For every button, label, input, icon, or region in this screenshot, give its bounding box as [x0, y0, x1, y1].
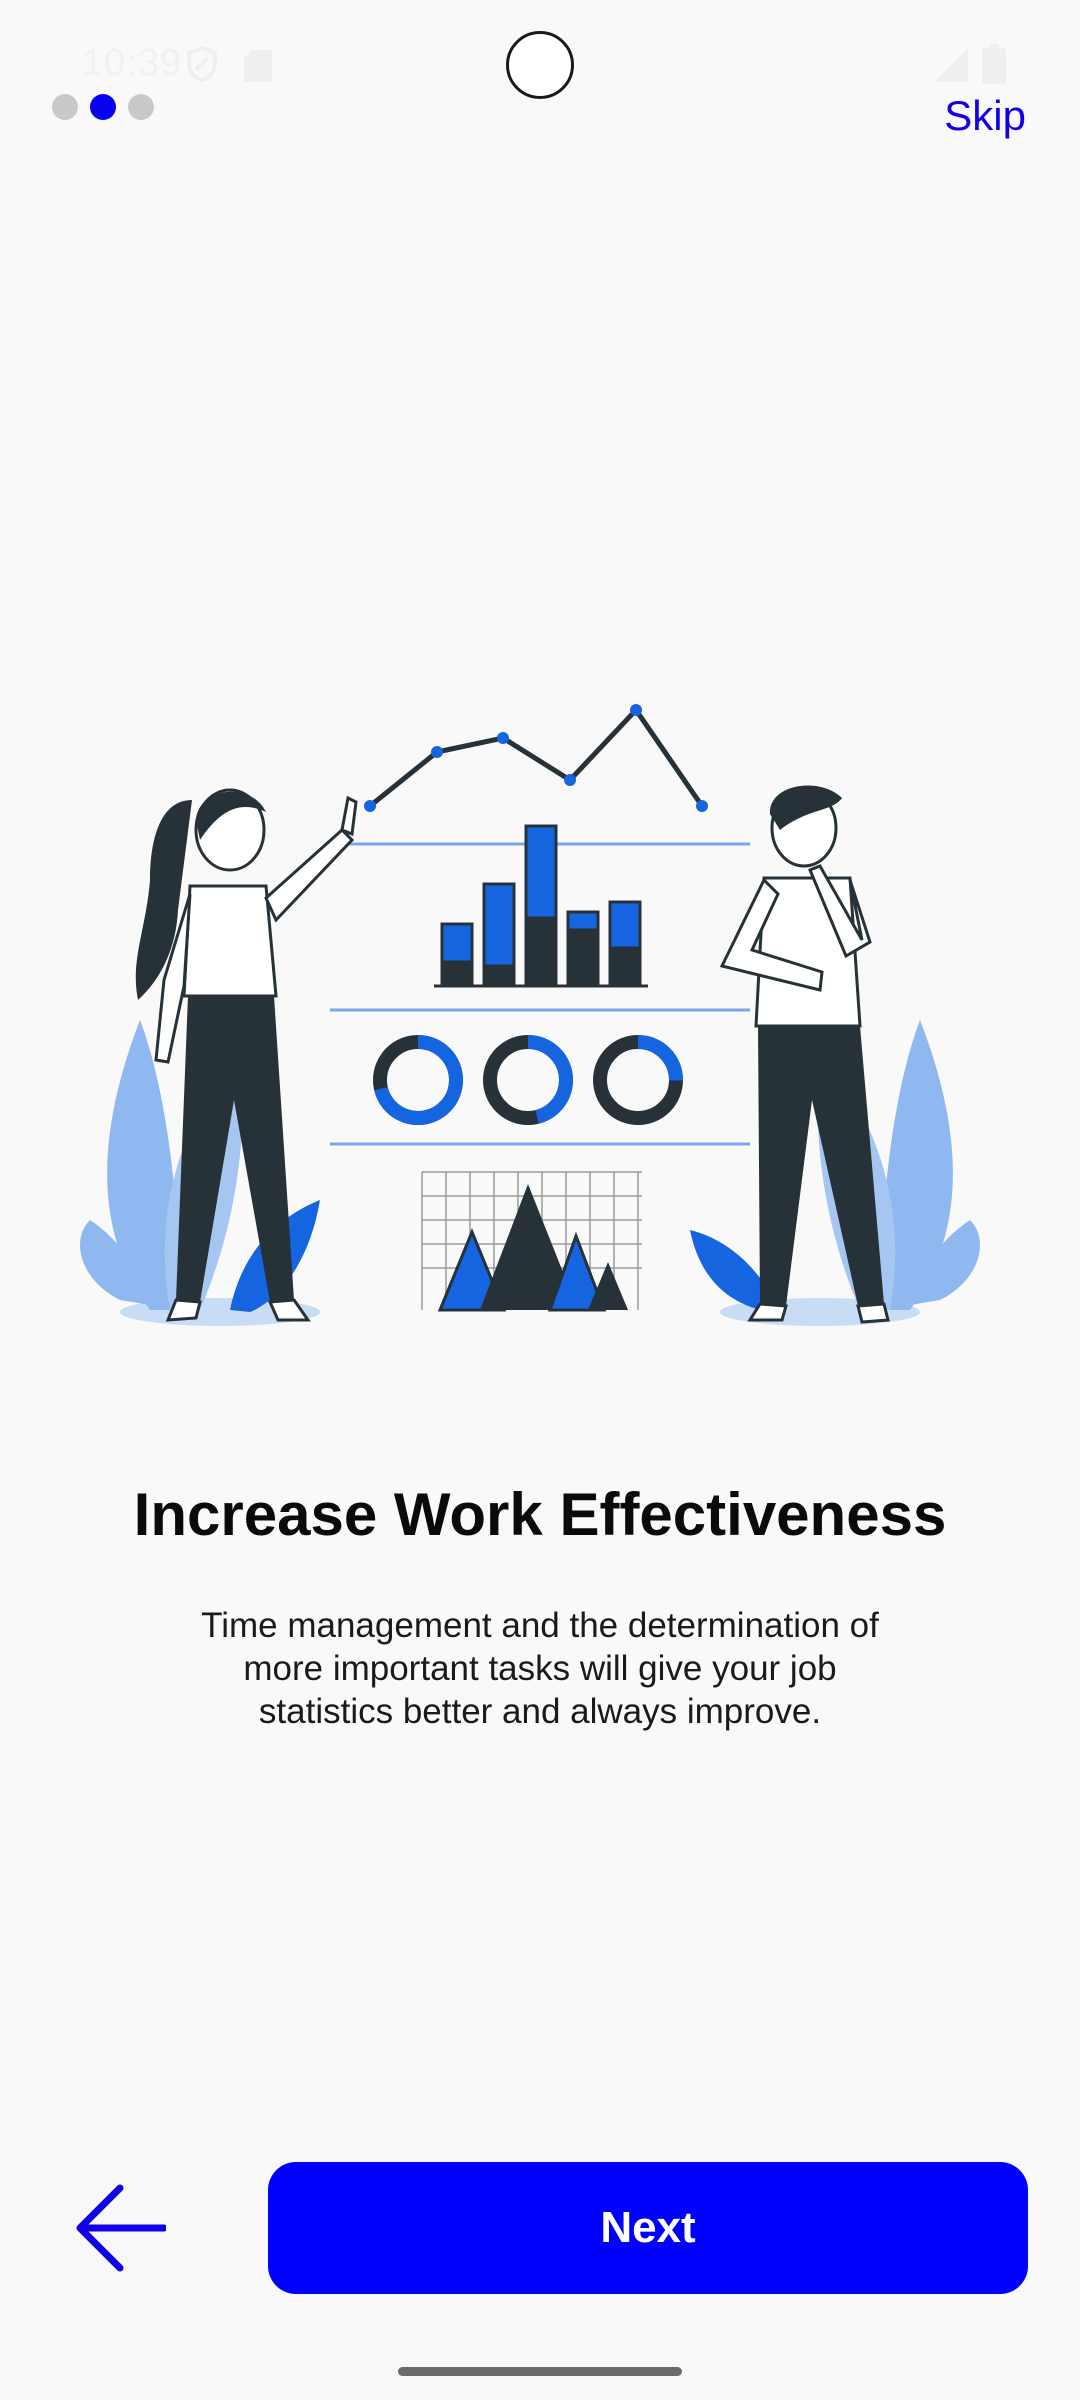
- onboarding-title: Increase Work Effectiveness: [133, 1481, 947, 1548]
- man-figure: [719, 785, 890, 1324]
- back-button[interactable]: [68, 2176, 172, 2280]
- onboarding-screen: 10:39 Skip Increase Work Effectiveness T…: [0, 0, 1080, 2400]
- battery-icon: [982, 44, 1006, 84]
- skip-button[interactable]: Skip: [944, 92, 1026, 140]
- page-dot-3: [128, 94, 154, 120]
- next-button[interactable]: Next: [268, 2162, 1028, 2294]
- arrow-left-icon: [76, 2184, 166, 2272]
- page-indicator: [52, 94, 154, 122]
- donut-charts: [373, 1035, 683, 1125]
- page-dot-1: [52, 94, 78, 120]
- vpn-shield-icon: [187, 46, 217, 82]
- line-chart: [364, 704, 708, 812]
- bar-chart: [434, 824, 648, 988]
- home-indicator[interactable]: [398, 2367, 682, 2376]
- area-chart: [421, 1171, 642, 1312]
- page-dot-2-active: [90, 94, 116, 120]
- analytics-dashboard-illustration: [80, 704, 980, 1326]
- status-time: 10:39: [82, 42, 183, 84]
- status-bar: 10:39: [0, 0, 1080, 130]
- sim-card-icon: [244, 50, 272, 82]
- onboarding-description: Time management and the determination of…: [201, 1606, 879, 1731]
- camera-cutout: [506, 31, 574, 99]
- signal-icon: [934, 48, 968, 82]
